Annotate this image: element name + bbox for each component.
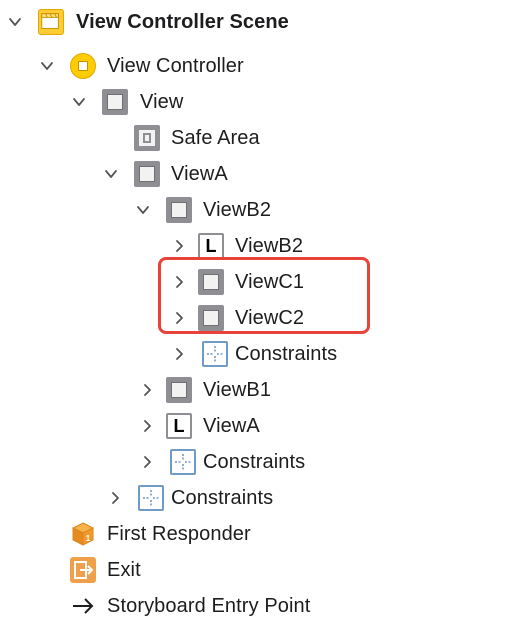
outline-row-viewB1[interactable]: ViewB1 — [0, 372, 520, 408]
view-icon — [134, 161, 160, 187]
outline-label: First Responder — [107, 523, 251, 545]
outline-row-viewB2-label[interactable]: L ViewB2 — [0, 228, 520, 264]
chevron-down-icon[interactable] — [38, 57, 56, 75]
outline-row-viewB2-constraints[interactable]: Constraints — [0, 336, 520, 372]
outline-label: ViewA — [203, 415, 260, 437]
outline-row-viewA-constraints[interactable]: Constraints — [0, 444, 520, 480]
first-responder-cube-icon: 1 — [70, 521, 96, 547]
view-icon — [166, 197, 192, 223]
outline-row-scene[interactable]: View Controller Scene — [0, 4, 520, 40]
outline-row-viewC1[interactable]: ViewC1 — [0, 264, 520, 300]
chevron-right-icon[interactable] — [170, 237, 188, 255]
outline-label: View Controller Scene — [76, 11, 289, 33]
outline-row-viewB2[interactable]: ViewB2 — [0, 192, 520, 228]
outline-label: ViewB1 — [203, 379, 272, 401]
svg-text:1: 1 — [86, 534, 91, 543]
safe-area-icon — [134, 125, 160, 151]
chevron-right-icon[interactable] — [170, 309, 188, 327]
chevron-down-icon[interactable] — [134, 201, 152, 219]
view-icon — [198, 269, 224, 295]
chevron-down-icon[interactable] — [102, 165, 120, 183]
outline-label: View — [140, 91, 184, 113]
view-icon — [102, 89, 128, 115]
outline-row-view-constraints[interactable]: Constraints — [0, 480, 520, 516]
outline-label: Exit — [107, 559, 141, 581]
outline-label: ViewB2 — [203, 199, 272, 221]
view-controller-icon — [70, 53, 96, 79]
outline-label: Constraints — [203, 451, 306, 473]
outline-row-entry-point[interactable]: Storyboard Entry Point — [0, 588, 520, 624]
view-icon — [166, 377, 192, 403]
outline-label: ViewC2 — [235, 307, 305, 329]
outline-label: Constraints — [235, 343, 338, 365]
outline-row-exit[interactable]: Exit — [0, 552, 520, 588]
chevron-right-icon[interactable] — [170, 345, 188, 363]
outline-row-viewA[interactable]: ViewA — [0, 156, 520, 192]
constraints-icon — [202, 341, 228, 367]
outline-row-view-controller[interactable]: View Controller — [0, 48, 520, 84]
chevron-down-icon[interactable] — [70, 93, 88, 111]
chevron-right-icon[interactable] — [138, 417, 156, 435]
chevron-right-icon[interactable] — [106, 489, 124, 507]
label-icon: L — [198, 233, 224, 259]
arrow-right-icon — [70, 593, 96, 619]
outline-row-viewC2[interactable]: ViewC2 — [0, 300, 520, 336]
chevron-right-icon[interactable] — [138, 381, 156, 399]
label-icon: L — [166, 413, 192, 439]
outline-label: Safe Area — [171, 127, 260, 149]
constraints-icon — [170, 449, 196, 475]
view-icon — [198, 305, 224, 331]
exit-icon — [70, 557, 96, 583]
chevron-down-icon[interactable] — [6, 13, 24, 31]
outline-label: ViewB2 — [235, 235, 304, 257]
outline-label: Constraints — [171, 487, 274, 509]
outline-label: Storyboard Entry Point — [107, 595, 311, 617]
outline-row-first-responder[interactable]: 1 First Responder — [0, 516, 520, 552]
document-outline: View Controller Scene View Controller Vi… — [0, 0, 520, 642]
outline-label: ViewA — [171, 163, 228, 185]
storyboard-scene-icon — [38, 9, 64, 35]
chevron-right-icon[interactable] — [170, 273, 188, 291]
outline-row-safe-area[interactable]: Safe Area — [0, 120, 520, 156]
chevron-right-icon[interactable] — [138, 453, 156, 471]
outline-label: ViewC1 — [235, 271, 305, 293]
outline-label: View Controller — [107, 55, 244, 77]
outline-row-view[interactable]: View — [0, 84, 520, 120]
constraints-icon — [138, 485, 164, 511]
outline-row-viewA-label[interactable]: L ViewA — [0, 408, 520, 444]
